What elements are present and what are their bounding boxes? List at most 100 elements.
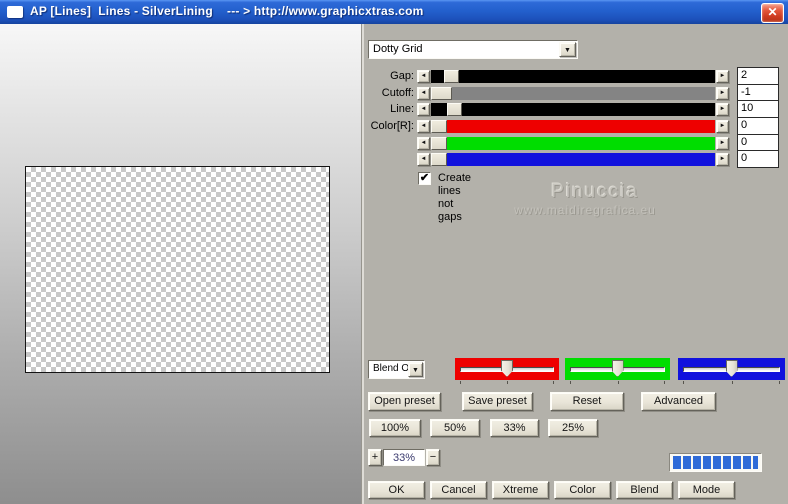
color-r-slider-track[interactable] xyxy=(431,120,715,133)
blue-trackbar-thumb[interactable] xyxy=(725,360,738,377)
color-b-increment-button[interactable]: ► xyxy=(716,153,729,166)
zoom-33-button[interactable]: 33% xyxy=(490,419,539,437)
window-title: AP [Lines] Lines - SilverLining --- > ht… xyxy=(30,4,424,18)
left-arrow-icon: ◄ xyxy=(420,140,427,146)
right-arrow-icon: ► xyxy=(719,106,726,112)
color-r-label: Color[R]: xyxy=(370,120,414,132)
gap-value-input[interactable]: 2 xyxy=(737,67,779,85)
color-g-increment-button[interactable]: ► xyxy=(716,137,729,150)
plugin-dialog-window: AP [Lines] Lines - SilverLining --- > ht… xyxy=(0,0,788,504)
param-row-gap: Gap: ◄ ► 2 xyxy=(0,67,788,85)
color-r-decrement-button[interactable]: ◄ xyxy=(417,120,430,133)
color-g-decrement-button[interactable]: ◄ xyxy=(417,137,430,150)
progress-segment xyxy=(713,456,721,469)
color-g-slider-track[interactable] xyxy=(431,137,715,150)
progress-segment xyxy=(673,456,681,469)
preset-style-dropdown[interactable]: Dotty Grid ▼ xyxy=(368,40,578,59)
open-preset-button[interactable]: Open preset xyxy=(368,392,441,411)
color-button[interactable]: Color xyxy=(554,481,611,499)
right-arrow-icon: ► xyxy=(719,156,726,162)
progress-segment xyxy=(703,456,711,469)
zoom-out-button[interactable]: − xyxy=(426,449,440,466)
blend-button[interactable]: Blend xyxy=(616,481,673,499)
zoom-level-value: 33% xyxy=(383,449,425,466)
trackbar-tick xyxy=(683,381,684,384)
param-row-color-b: ◄ ► 0 xyxy=(0,150,788,168)
preset-dropdown-button[interactable]: ▼ xyxy=(559,42,576,57)
close-icon: ✕ xyxy=(767,5,778,19)
trackbar-tick xyxy=(779,381,780,384)
zoom-in-button[interactable]: + xyxy=(368,449,382,466)
blend-options-value: Blend Opti xyxy=(373,363,408,374)
progress-segment xyxy=(683,456,691,469)
zoom-100-button[interactable]: 100% xyxy=(369,419,421,437)
mode-button[interactable]: Mode xyxy=(678,481,735,499)
chevron-down-icon: ▼ xyxy=(564,47,571,54)
titlebar[interactable]: AP [Lines] Lines - SilverLining --- > ht… xyxy=(0,0,788,25)
reset-button[interactable]: Reset xyxy=(550,392,624,411)
check-icon: ✔ xyxy=(419,172,430,184)
save-preset-button[interactable]: Save preset xyxy=(462,392,533,411)
preset-style-value: Dotty Grid xyxy=(373,43,423,55)
window-icon xyxy=(7,6,23,18)
green-channel-trackbar[interactable] xyxy=(565,358,670,384)
progress-segment xyxy=(733,456,741,469)
cancel-button[interactable]: Cancel xyxy=(430,481,487,499)
cutoff-decrement-button[interactable]: ◄ xyxy=(417,87,430,100)
zoom-25-button[interactable]: 25% xyxy=(548,419,598,437)
right-arrow-icon: ► xyxy=(719,90,726,96)
zoom-50-button[interactable]: 50% xyxy=(430,419,480,437)
cutoff-slider-thumb[interactable] xyxy=(431,87,452,100)
gap-increment-button[interactable]: ► xyxy=(716,70,729,83)
cutoff-label: Cutoff: xyxy=(381,87,414,99)
right-arrow-icon: ► xyxy=(719,140,726,146)
param-row-cutoff: Cutoff: ◄ ► -1 xyxy=(0,84,788,102)
cutoff-increment-button[interactable]: ► xyxy=(716,87,729,100)
color-r-slider-thumb[interactable] xyxy=(431,120,447,133)
blue-channel-trackbar[interactable] xyxy=(678,358,785,384)
color-b-decrement-button[interactable]: ◄ xyxy=(417,153,430,166)
line-increment-button[interactable]: ► xyxy=(716,103,729,116)
left-arrow-icon: ◄ xyxy=(420,106,427,112)
ok-button[interactable]: OK xyxy=(368,481,425,499)
trackbar-tick xyxy=(664,381,665,384)
blend-options-dropdown[interactable]: Blend Opti ▼ xyxy=(368,360,425,379)
close-button[interactable]: ✕ xyxy=(761,3,784,23)
trackbar-tick xyxy=(570,381,571,384)
progress-segment xyxy=(753,456,758,469)
line-slider-track[interactable] xyxy=(431,103,715,116)
trackbar-tick xyxy=(731,381,733,384)
left-arrow-icon: ◄ xyxy=(420,90,427,96)
xtreme-button[interactable]: Xtreme xyxy=(492,481,549,499)
line-decrement-button[interactable]: ◄ xyxy=(417,103,430,116)
right-arrow-icon: ► xyxy=(719,123,726,129)
transparency-checkerboard-preview[interactable] xyxy=(25,166,330,373)
gap-slider-track[interactable] xyxy=(431,70,715,83)
red-channel-trackbar[interactable] xyxy=(455,358,559,384)
gap-slider-thumb[interactable] xyxy=(444,70,459,83)
color-b-slider-thumb[interactable] xyxy=(431,153,447,166)
cutoff-slider-track[interactable] xyxy=(431,87,715,100)
color-b-value-input[interactable]: 0 xyxy=(737,150,779,168)
line-label: Line: xyxy=(390,103,414,115)
blend-options-dropdown-button[interactable]: ▼ xyxy=(408,362,423,377)
color-r-increment-button[interactable]: ► xyxy=(716,120,729,133)
line-value-input[interactable]: 10 xyxy=(737,100,779,118)
progress-segment xyxy=(693,456,701,469)
red-trackbar-thumb[interactable] xyxy=(501,360,513,377)
gap-decrement-button[interactable]: ◄ xyxy=(417,70,430,83)
color-b-slider-track[interactable] xyxy=(431,153,715,166)
color-r-value-input[interactable]: 0 xyxy=(737,117,779,135)
color-g-slider-thumb[interactable] xyxy=(431,137,447,150)
green-trackbar-thumb[interactable] xyxy=(611,360,624,377)
param-row-color-g: ◄ ► 0 xyxy=(0,134,788,152)
create-lines-checkbox[interactable]: ✔ xyxy=(418,172,431,185)
trackbar-tick xyxy=(460,381,461,384)
advanced-button[interactable]: Advanced xyxy=(641,392,716,411)
line-slider-thumb[interactable] xyxy=(447,103,462,116)
watermark-name: Pinuccia xyxy=(551,181,639,202)
gap-label: Gap: xyxy=(390,70,414,82)
watermark-url: www.maidiregrafica.eu xyxy=(514,203,656,217)
trackbar-tick xyxy=(617,381,619,384)
right-arrow-icon: ► xyxy=(719,73,726,79)
